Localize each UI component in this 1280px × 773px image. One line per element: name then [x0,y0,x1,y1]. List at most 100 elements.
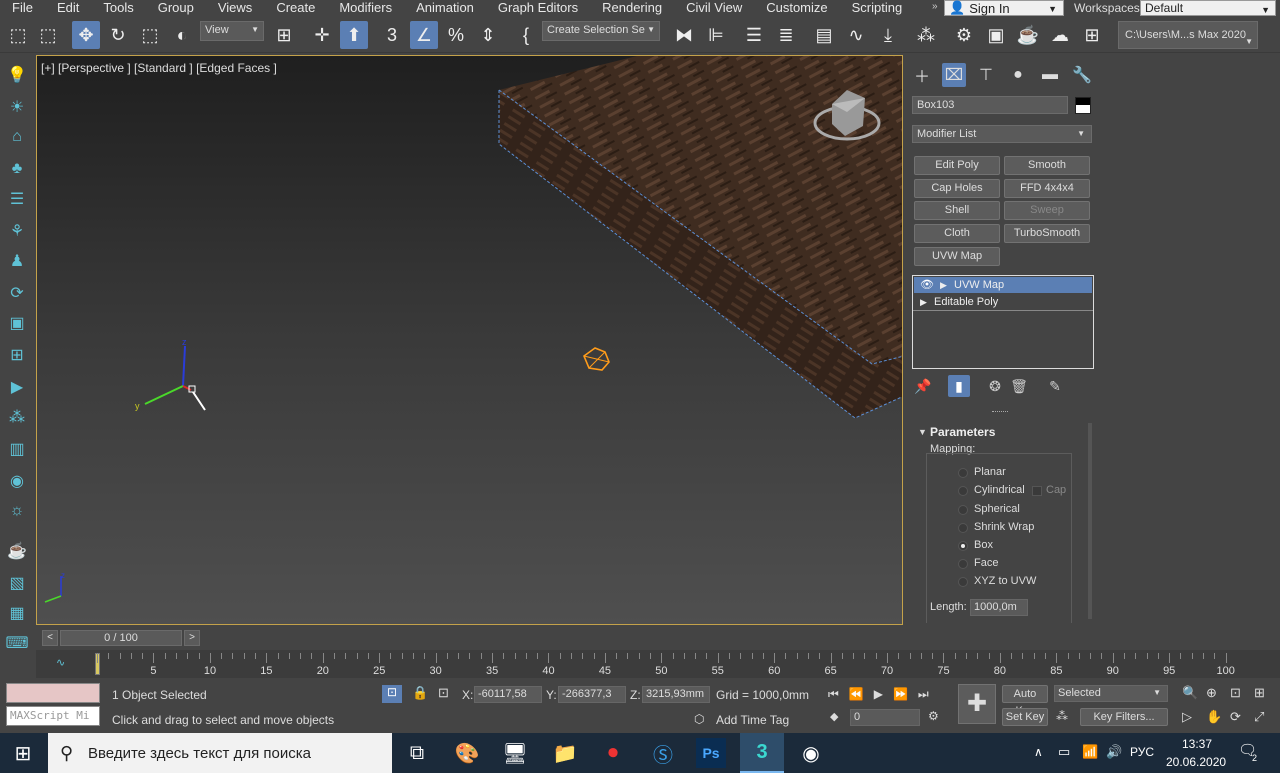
expand-arrow-icon[interactable]: ▶ [940,277,947,293]
cap-checkbox[interactable] [1032,486,1042,496]
auto-key-button[interactable]: Auto Key [1002,685,1048,717]
utilities-tab-icon[interactable]: 🔧 [1070,63,1094,87]
workspaces-select[interactable]: Default ▼ [1140,0,1276,16]
eye-icon[interactable]: 👁 [920,277,934,293]
select-rotate-icon[interactable]: ↻ [104,21,132,49]
pan-view-icon[interactable]: ✋ [1206,709,1222,725]
battery-icon[interactable]: ▭ [1058,744,1070,760]
length-field[interactable]: 1000,0m [970,599,1028,616]
a360-gallery-icon[interactable]: ⊞ [1078,21,1106,49]
maximize-viewport-icon[interactable]: ⤢ [1254,709,1264,725]
menu-tools[interactable]: Tools [91,1,145,15]
bulb-icon[interactable]: ☼ [5,499,29,523]
pivot-center-icon[interactable]: ⊞ [270,21,298,49]
expand-arrow-icon[interactable]: ▶ [920,294,927,310]
smooth-button[interactable]: Smooth [1004,156,1090,175]
curve-editor-mini-icon[interactable]: ∿ [56,656,65,669]
photoshop-icon[interactable]: Ps [696,738,726,768]
menu-create[interactable]: Create [264,1,327,15]
maxscript-mini-listener[interactable]: MAXScript Mi [6,706,100,726]
snap-3d-icon[interactable]: 3 [378,21,406,49]
object-name-field[interactable]: Box103 [912,96,1068,114]
time-slider[interactable]: 0 / 100 [60,630,182,646]
chrome-icon[interactable]: ◉ [796,738,826,768]
menu-overflow-icon[interactable]: » [932,1,938,12]
time-config-icon[interactable]: ⚙ [928,709,939,723]
stack-item-editable-poly[interactable]: ▶ Editable Poly [914,294,1092,310]
absolute-mode-icon[interactable]: ⊡ [438,685,449,701]
shrink-wrap-radio[interactable] [958,523,968,533]
face-radio[interactable] [958,559,968,569]
rendered-frame-icon[interactable]: ▣ [982,21,1010,49]
teapot-icon[interactable]: ☕ [5,539,29,563]
curve-editor-icon[interactable]: ∿ [842,21,870,49]
uvw-map-button[interactable]: UVW Map [914,247,1000,266]
cap-holes-button[interactable]: Cap Holes [914,179,1000,198]
camera-icon[interactable]: ⌂ [5,125,29,149]
project-path-select[interactable]: C:\Users\M...s Max 2020 ▼ [1118,21,1258,49]
schematic-view-icon[interactable]: ⤓ [874,21,902,49]
display-tab-icon[interactable]: ▬ [1038,63,1062,87]
remove-modifier-icon[interactable]: 🗑 [1008,375,1030,397]
percent-snap-icon[interactable]: % [442,21,470,49]
key-mode-toggle-icon[interactable]: ◆ [830,710,838,723]
menu-edit[interactable]: Edit [45,1,91,15]
task-view-icon[interactable]: ⧉ [402,738,432,768]
tray-chevron-icon[interactable]: ∧ [1034,745,1043,759]
make-unique-icon[interactable]: ❂ [984,375,1006,397]
clock-date[interactable]: 20.06.2020 [1166,755,1226,769]
windows-start-icon[interactable]: ⊞ [8,738,38,768]
file-explorer-icon[interactable]: 📁 [550,738,580,768]
cylindrical-radio[interactable] [958,486,968,496]
menu-modifiers[interactable]: Modifiers [327,1,404,15]
render-cloud-icon[interactable]: ☁ [1046,21,1074,49]
collapse-arrow-icon[interactable]: ▼ [918,427,927,437]
modify-tab-icon[interactable]: ⌧ [942,63,966,87]
zoom-all-icon[interactable]: ⊕ [1206,685,1217,701]
y-coordinate-field[interactable]: -266377,3 [558,686,626,703]
picture-icon[interactable]: ▧ [5,571,29,595]
render-icon[interactable]: ▶ [5,375,29,399]
align-icon[interactable]: ⊫ [702,21,730,49]
layout-icon[interactable]: ⊞ [5,343,29,367]
turbosmooth-button[interactable]: TurboSmooth [1004,224,1090,243]
panel-scrollbar[interactable] [1088,423,1092,619]
menu-file[interactable]: File [0,1,45,15]
next-frame-icon[interactable]: > [184,630,200,646]
track-bar[interactable]: ∿ 5 10 15 20 25 30 35 40 45 50 55 60 65 70 75 80 85 90 95 1… [36,650,1280,678]
scene-explorer-icon[interactable]: ☰ [740,21,768,49]
hierarchy-tab-icon[interactable]: ⊤ [974,63,998,87]
tree-icon[interactable]: ♣ [5,157,29,181]
panel-splitter[interactable] [992,411,1008,413]
ribbon-icon[interactable]: ▤ [810,21,838,49]
maxscript-listener-pink[interactable] [6,683,100,703]
edit-poly-button[interactable]: Edit Poly [914,156,1000,175]
pin-stack-icon[interactable]: 📌 [912,375,934,397]
shell-button[interactable]: Shell [914,201,1000,220]
cloth-button[interactable]: Cloth [914,224,1000,243]
render-setup-icon[interactable]: ⚙ [950,21,978,49]
menu-animation[interactable]: Animation [404,1,486,15]
menu-views[interactable]: Views [206,1,264,15]
add-time-tag[interactable]: Add Time Tag [716,713,789,727]
current-frame-field[interactable]: 0 [850,709,920,726]
edit-named-selection-icon[interactable]: { [512,21,540,49]
perspective-viewport[interactable]: [+] [Perspective ] [Standard ] [Edged Fa… [36,55,903,625]
wifi-icon[interactable]: 📶 [1082,744,1098,760]
plant-icon[interactable]: ⚘ [5,219,29,243]
ffd-button[interactable]: FFD 4x4x4 [1004,179,1090,198]
box-radio[interactable] [958,541,968,551]
select-move-icon[interactable]: ✥ [72,21,100,49]
stack-item-uvw-map[interactable]: 👁 ▶ UVW Map [914,277,1092,293]
eye-icon[interactable]: ◉ [5,469,29,493]
menu-scripting[interactable]: Scripting [840,1,915,15]
zoom-icon[interactable]: 🔍 [1182,685,1198,701]
key-mode-icon[interactable]: ✛ [308,21,336,49]
modifier-list-dropdown[interactable]: Modifier List ▼ [912,125,1092,143]
list-icon[interactable]: ☰ [5,187,29,211]
object-color-swatch[interactable] [1075,97,1091,114]
particles-icon[interactable]: ⁂ [5,405,29,429]
menu-civil-view[interactable]: Civil View [674,1,754,15]
layer-explorer-icon[interactable]: ≣ [772,21,800,49]
sign-in-dropdown[interactable]: 👤 Sign In ▼ [944,0,1064,16]
